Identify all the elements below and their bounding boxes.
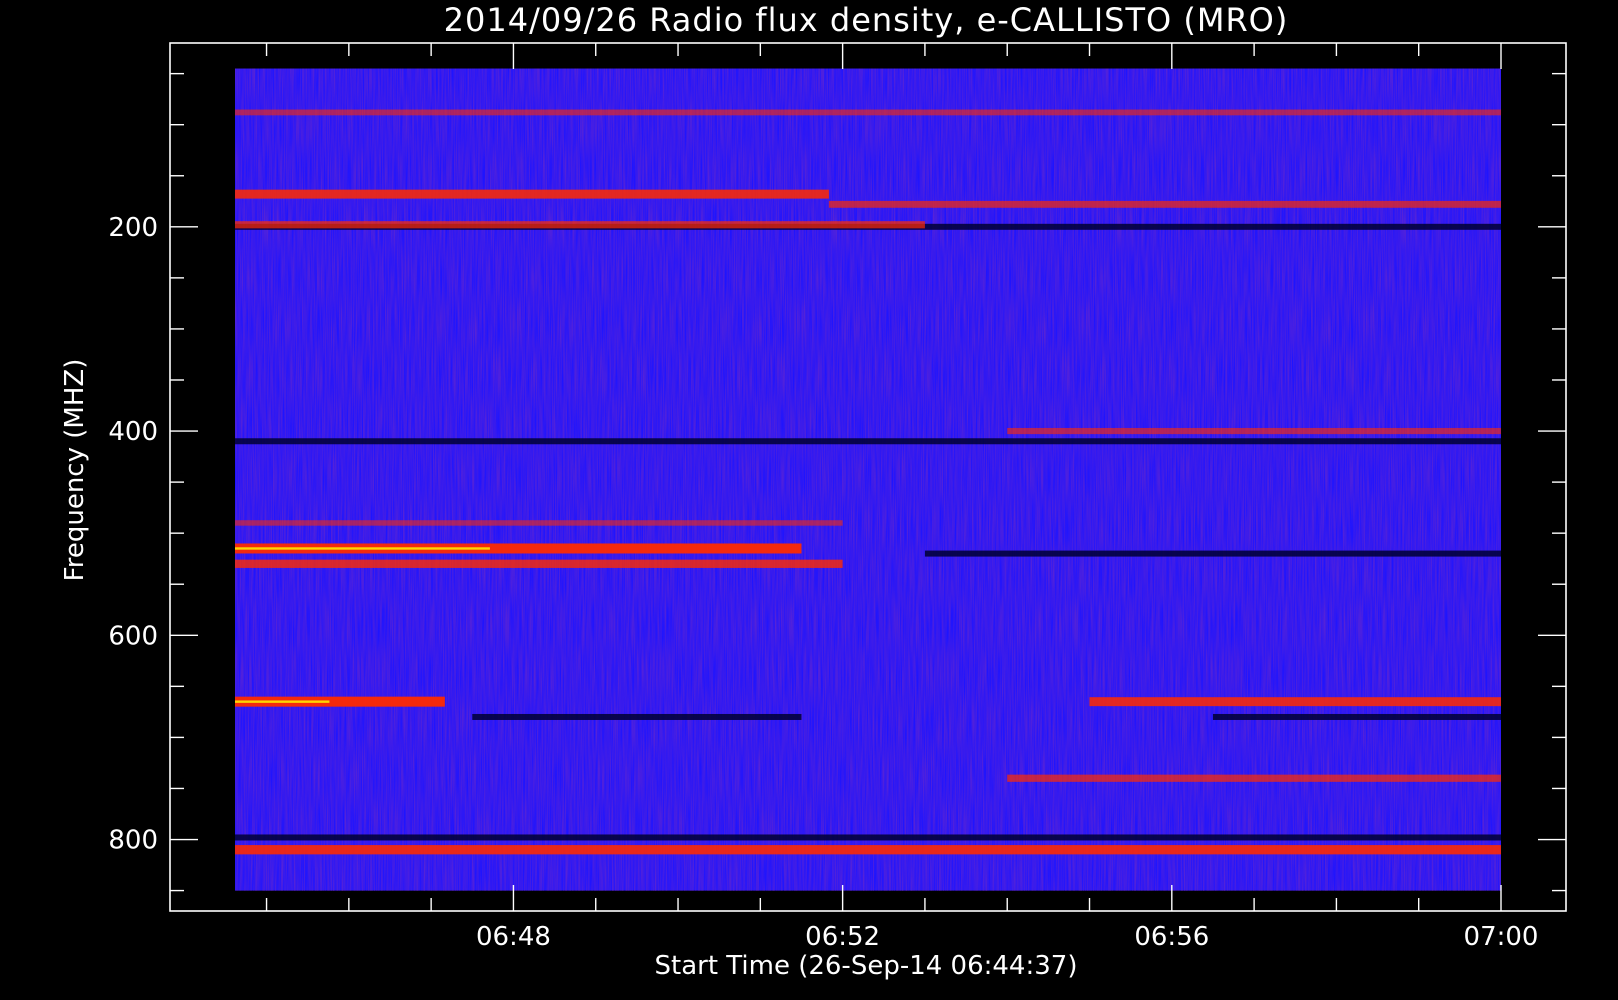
heatmap (235, 68, 1501, 891)
x-axis-label: Start Time (26-Sep-14 06:44:37) (655, 951, 1078, 981)
x-tick-label: 07:00 (1464, 922, 1539, 952)
y-tick-label: 800 (108, 826, 158, 856)
emission-band (1007, 774, 1501, 782)
emission-band (235, 559, 843, 568)
y-axis-label: Frequency (MHZ) (60, 359, 90, 582)
emission-band (235, 221, 925, 229)
emission-band-peak (235, 547, 490, 550)
y-tick-label: 200 (108, 213, 158, 243)
x-tick-label: 06:52 (805, 922, 880, 952)
x-tick-labels: 06:48 06:52 06:56 07:00 (476, 922, 1538, 952)
x-tick-label: 06:56 (1134, 922, 1209, 952)
dark-band (1212, 713, 1501, 720)
dark-band (235, 438, 1501, 445)
y-tick-labels: 200 400 600 800 (108, 213, 158, 856)
emission-band (828, 200, 1501, 208)
emission-band-peak (235, 700, 330, 703)
emission-band (235, 845, 1501, 855)
x-tick-label: 06:48 (476, 922, 551, 952)
emission-band (235, 109, 1501, 116)
dark-band (472, 713, 802, 720)
emission-band (235, 189, 829, 199)
y-tick-label: 400 (108, 417, 158, 447)
dark-band (235, 834, 1501, 841)
y-tick-label: 600 (108, 621, 158, 651)
emission-band (235, 520, 843, 526)
emission-band (1089, 697, 1501, 707)
spectrogram-chart: 2014/09/26 Radio flux density, e-CALLIST… (60, 1, 1567, 981)
chart-title: 2014/09/26 Radio flux density, e-CALLIST… (444, 1, 1289, 39)
dark-band (924, 550, 1501, 557)
emission-band (1007, 427, 1501, 435)
